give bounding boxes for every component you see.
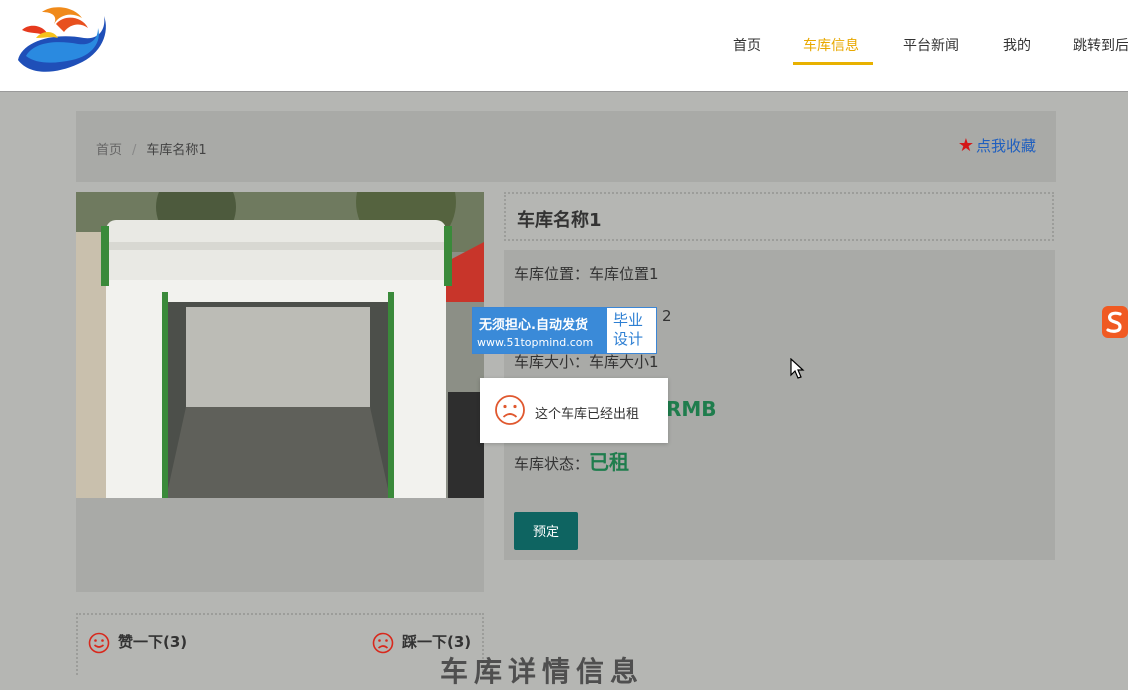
nav-garage-info[interactable]: 车库信息 — [803, 36, 859, 64]
nav-goto-admin[interactable]: 跳转到后 — [1073, 36, 1128, 64]
favorite-link[interactable]: ★ 点我收藏 — [958, 135, 1036, 156]
like-label: 赞一下(3) — [118, 633, 188, 651]
smile-icon — [88, 632, 110, 653]
location-value: 车库位置1 — [589, 265, 659, 283]
like-button[interactable]: 赞一下(3) — [88, 631, 187, 654]
rented-toast: 这个车库已经出租 — [480, 378, 668, 443]
image-panel — [76, 192, 484, 592]
size-row: 车库大小：车库大小1 — [514, 351, 659, 372]
watermark-line2: www.51topmind.com — [477, 336, 594, 349]
vote-box: 赞一下(3) 踩一下(3) — [76, 613, 484, 675]
flame-logo-icon[interactable] — [12, 2, 112, 78]
garage-photo — [76, 192, 484, 498]
status-row: 车库状态：已租 — [514, 446, 629, 475]
toast-message: 这个车库已经出租 — [535, 407, 640, 422]
favorite-label: 点我收藏 — [975, 137, 1036, 155]
watermark-badge-text: 毕业 设计 — [613, 311, 653, 349]
price-unit: RMB — [666, 397, 717, 421]
breadcrumb-home[interactable]: 首页 — [96, 143, 122, 158]
sad-face-icon — [495, 395, 525, 425]
garage-title: 车库名称1 — [517, 210, 602, 231]
nav-active-underline — [793, 62, 873, 65]
book-button[interactable]: 预定 — [514, 512, 578, 550]
breadcrumb-current: 车库名称1 — [146, 143, 207, 158]
nav-mine[interactable]: 我的 — [1003, 36, 1031, 64]
breadcrumb-separator: / — [132, 143, 137, 158]
nav-platform-news[interactable]: 平台新闻 — [903, 36, 959, 64]
size-label: 车库大小： — [514, 353, 590, 371]
bottom-overlay-text: 车库详情信息 — [440, 655, 645, 688]
size-value: 车库大小1 — [589, 353, 659, 371]
dislike-label: 踩一下(3) — [402, 633, 472, 651]
breadcrumb-bar: 首页 / 车库名称1 ★ 点我收藏 — [76, 111, 1056, 182]
watermark-badge-line1: 毕业 — [613, 311, 644, 329]
star-icon: ★ — [957, 135, 974, 156]
location-row: 车库位置：车库位置1 — [514, 263, 659, 284]
side-s-logo-icon[interactable] — [1102, 306, 1128, 338]
watermark-badge-line2: 设计 — [613, 330, 644, 348]
nav-home[interactable]: 首页 — [733, 36, 761, 64]
site-header: 首页 车库信息 平台新闻 我的 跳转到后 — [0, 0, 1128, 92]
row2-value: 2 — [662, 307, 672, 325]
watermark-left: 无须担心.自动发货 www.51topmind.com — [473, 308, 607, 353]
status-label: 车库状态： — [514, 455, 590, 473]
watermark-badge: 无须担心.自动发货 www.51topmind.com 毕业 设计 — [472, 307, 657, 354]
watermark-line1: 无须担心.自动发货 — [479, 318, 588, 333]
frown-icon — [372, 632, 394, 653]
mouse-cursor-icon — [790, 358, 805, 379]
price-row: RMB — [666, 397, 717, 421]
breadcrumb: 首页 / 车库名称1 — [96, 139, 207, 158]
location-label: 车库位置： — [514, 265, 590, 283]
status-value: 已租 — [589, 450, 630, 474]
garage-title-box: 车库名称1 — [504, 192, 1054, 241]
